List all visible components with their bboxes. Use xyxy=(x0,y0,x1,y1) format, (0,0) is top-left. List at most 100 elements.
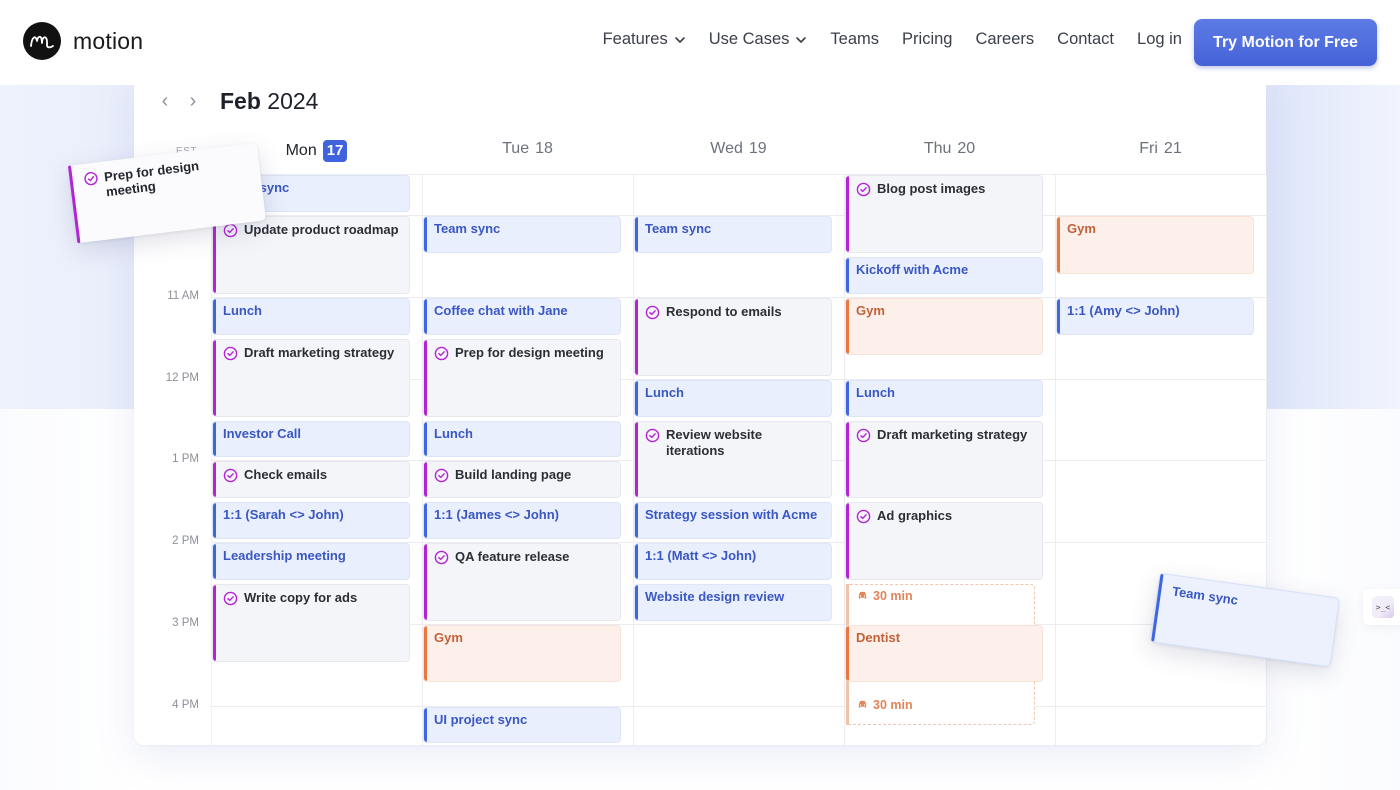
day-date: 21 xyxy=(1163,140,1182,157)
day-date: 18 xyxy=(535,140,553,157)
meeting-event[interactable]: Strategy session with Acme xyxy=(634,502,832,540)
personal-event[interactable]: Gym xyxy=(1056,216,1254,274)
event-title: Gym xyxy=(434,629,463,645)
event-title: Draft marketing strategy xyxy=(244,344,395,360)
nav-link-features[interactable]: Features xyxy=(603,30,686,49)
day-name: Wed xyxy=(710,140,743,157)
travel-duration-label: 30 min xyxy=(857,698,913,712)
event-title: Blog post images xyxy=(877,181,986,197)
meeting-event[interactable]: 1:1 (Matt <> John) xyxy=(634,543,832,580)
brand-logo[interactable]: motion xyxy=(23,22,143,60)
event-title: Lunch xyxy=(856,384,895,400)
try-motion-free-button[interactable]: Try Motion for Free xyxy=(1194,19,1377,66)
event-title: Draft marketing strategy xyxy=(877,426,1028,442)
task-event[interactable]: Review website iterations xyxy=(634,420,832,499)
chat-face-icon: >_< xyxy=(1372,596,1394,618)
task-event[interactable]: Blog post images xyxy=(845,175,1043,254)
task-check-circle-icon[interactable] xyxy=(223,346,238,361)
event-title: Build landing page xyxy=(455,467,572,483)
nav-link-teams[interactable]: Teams xyxy=(830,30,879,49)
meeting-event[interactable]: 1:1 (Amy <> John) xyxy=(1056,298,1254,335)
month-label: Feb xyxy=(220,88,261,114)
nav-link-careers[interactable]: Careers xyxy=(975,30,1034,49)
hour-label: 11 AM xyxy=(167,290,199,302)
task-check-circle-icon[interactable] xyxy=(856,428,871,443)
meeting-event[interactable]: Lunch xyxy=(845,379,1043,417)
hour-label: 1 PM xyxy=(172,453,199,465)
nav-link-log-in[interactable]: Log in xyxy=(1137,30,1182,49)
event-title: Respond to emails xyxy=(666,304,782,319)
next-week-chevron-right-icon[interactable]: › xyxy=(186,90,200,113)
meeting-event[interactable]: Lunch xyxy=(212,298,410,335)
task-event[interactable]: Ad graphics xyxy=(845,502,1043,580)
task-check-circle-icon[interactable] xyxy=(223,223,238,238)
meeting-event[interactable]: UI project sync xyxy=(423,706,621,744)
day-date: 20 xyxy=(957,140,976,157)
meeting-event[interactable]: Investor Call xyxy=(212,420,410,458)
meeting-event[interactable]: Team sync xyxy=(423,216,621,254)
event-title: Update product roadmap xyxy=(244,222,399,238)
event-title: Lunch xyxy=(223,303,262,318)
task-check-circle-icon[interactable] xyxy=(645,428,660,443)
meeting-event[interactable]: Lunch xyxy=(634,379,832,417)
meeting-event[interactable]: Leadership meeting xyxy=(212,543,410,580)
event-title: 1:1 (Sarah <> John) xyxy=(223,507,344,523)
task-event[interactable]: QA feature release xyxy=(423,543,621,621)
chevron-down-icon xyxy=(796,36,807,43)
personal-event[interactable]: Dentist xyxy=(845,624,1043,683)
today-date-badge: 17 xyxy=(322,140,348,162)
event-title: Prep for design meeting xyxy=(455,344,604,360)
meeting-event[interactable]: Team sync xyxy=(634,216,832,254)
task-check-circle-icon[interactable] xyxy=(856,509,871,524)
day-header-thu[interactable]: Thu 20 xyxy=(844,140,1055,158)
chat-help-widget[interactable]: >_< xyxy=(1363,589,1400,625)
task-event[interactable]: Prep for design meeting xyxy=(423,338,621,417)
event-title: Leadership meeting xyxy=(223,548,346,564)
calendar-navigation: ‹ › Feb 2024 xyxy=(158,88,319,115)
nav-link-contact[interactable]: Contact xyxy=(1057,30,1114,49)
event-title: Gym xyxy=(856,303,885,318)
event-title: Website design review xyxy=(645,588,785,604)
day-header-tue[interactable]: Tue 18 xyxy=(422,140,633,158)
personal-event[interactable]: Gym xyxy=(845,298,1043,356)
task-check-circle-icon[interactable] xyxy=(856,182,871,197)
column-divider xyxy=(1266,174,1267,745)
task-check-circle-icon[interactable] xyxy=(434,346,449,361)
meeting-event[interactable]: Website design review xyxy=(634,583,832,621)
event-title: Team sync xyxy=(645,221,712,237)
task-event[interactable]: Draft marketing strategy xyxy=(212,338,410,417)
task-check-circle-icon xyxy=(84,172,98,186)
day-header-wed[interactable]: Wed 19 xyxy=(633,140,844,158)
event-title: Team sync xyxy=(434,221,501,237)
meeting-event[interactable]: 1:1 (James <> John) xyxy=(423,502,621,540)
previous-week-chevron-left-icon[interactable]: ‹ xyxy=(158,90,172,113)
task-check-circle-icon[interactable] xyxy=(434,550,449,565)
event-title: QA feature release xyxy=(455,549,570,565)
personal-event[interactable]: Gym xyxy=(423,624,621,683)
meeting-event[interactable]: Coffee chat with Jane xyxy=(423,298,621,335)
nav-link-label: Features xyxy=(602,30,668,48)
day-header-fri[interactable]: Fri 21 xyxy=(1055,140,1266,158)
event-title: Check emails xyxy=(244,467,328,483)
hour-label: 3 PM xyxy=(172,617,199,629)
meeting-event[interactable]: 1:1 (Sarah <> John) xyxy=(212,502,410,540)
task-event[interactable]: Draft marketing strategy xyxy=(845,420,1043,499)
task-check-circle-icon[interactable] xyxy=(223,468,238,483)
task-event[interactable]: Check emails xyxy=(212,461,410,499)
task-check-circle-icon[interactable] xyxy=(645,305,660,320)
meeting-event[interactable]: Lunch xyxy=(423,420,621,458)
nav-link-label: Teams xyxy=(830,30,880,48)
event-title: Lunch xyxy=(434,425,473,441)
event-title: 1:1 (Amy <> John) xyxy=(1067,303,1180,318)
meeting-event[interactable]: Kickoff with Acme xyxy=(845,257,1043,294)
task-event[interactable]: Update product roadmap xyxy=(212,216,410,294)
year-label: 2024 xyxy=(267,88,319,114)
task-event[interactable]: Build landing page xyxy=(423,461,621,499)
nav-link-pricing[interactable]: Pricing xyxy=(902,30,952,49)
task-event[interactable]: Write copy for ads xyxy=(212,583,410,662)
task-check-circle-icon[interactable] xyxy=(223,591,238,606)
nav-link-use-cases[interactable]: Use Cases xyxy=(709,30,808,49)
task-event[interactable]: Respond to emails xyxy=(634,298,832,376)
chevron-down-icon xyxy=(674,36,685,43)
task-check-circle-icon[interactable] xyxy=(434,468,449,483)
